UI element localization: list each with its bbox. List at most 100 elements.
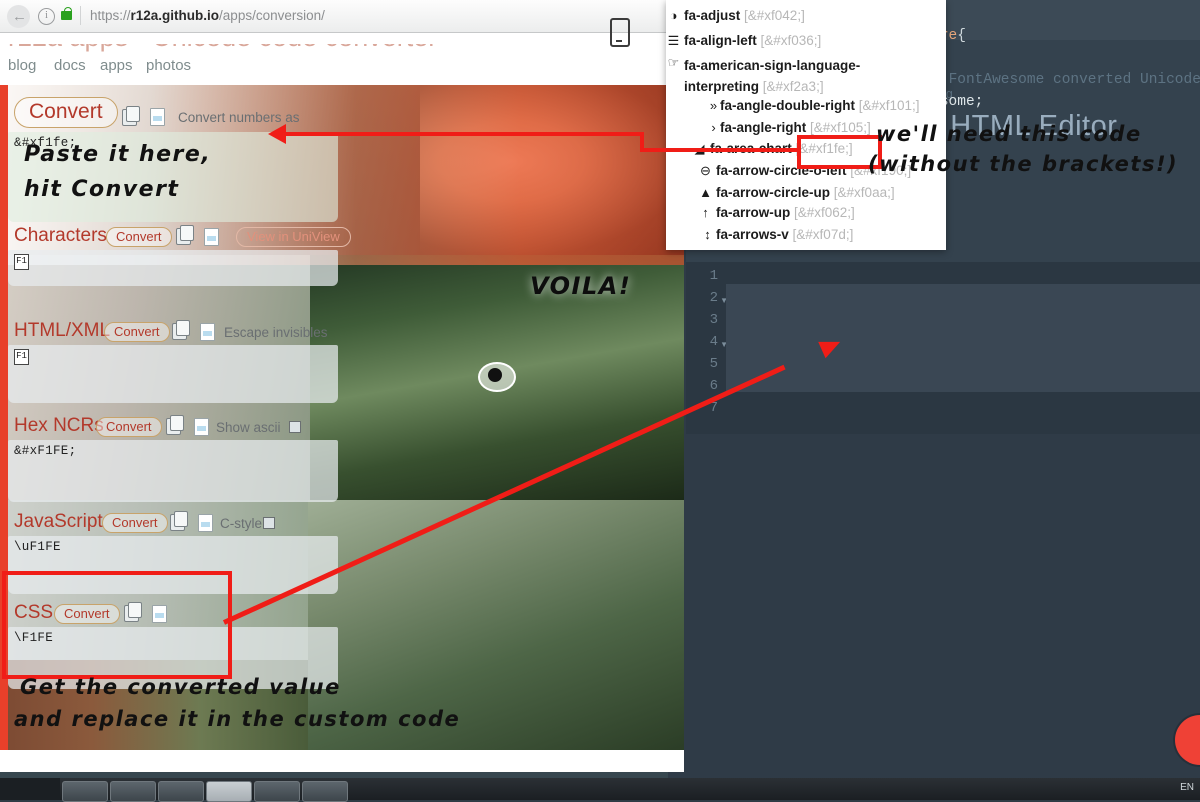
- line-number: 5: [709, 356, 718, 372]
- back-arrow-icon[interactable]: ←: [12, 9, 27, 24]
- copy-icon[interactable]: [122, 106, 140, 126]
- converter-row-html-xml: HTML/XML Convert Escape invisibles F1FE: [8, 318, 338, 403]
- taskbar-start-area[interactable]: [0, 778, 60, 800]
- line-number: 1: [709, 268, 718, 284]
- fa-code: [&#xf2a3;]: [762, 79, 824, 94]
- line-number: 4: [709, 334, 718, 350]
- fa-american-sign-language-interpreting-icon: ☞: [667, 55, 680, 70]
- list-item[interactable]: fa-american-sign-language-interpreting […: [684, 55, 934, 97]
- list-item[interactable]: fa-angle-right [&#xf105;]: [720, 120, 871, 135]
- highlight-box-css-row: [2, 571, 232, 679]
- css-open-brace: {: [957, 28, 966, 44]
- annotation-arrow-shaft-top: [272, 132, 642, 136]
- taskbar-word-button[interactable]: [254, 781, 300, 802]
- fa-angle-right-icon: ›: [711, 120, 716, 135]
- copy-icon[interactable]: [170, 511, 188, 531]
- file-icon[interactable]: [198, 514, 213, 532]
- annotation-arrowhead-top: [268, 124, 286, 144]
- convert-button-html-xml[interactable]: Convert: [104, 322, 170, 342]
- sidebar-item-docs[interactable]: docs: [54, 57, 86, 74]
- row-label-html-xml: HTML/XML: [14, 320, 111, 341]
- sidebar-item-apps[interactable]: apps: [100, 57, 133, 74]
- list-item[interactable]: fa-arrow-up [&#xf062;]: [716, 205, 855, 220]
- fa-code: [&#xf07d;]: [792, 227, 854, 242]
- url-separator: [80, 6, 81, 25]
- annotation-need-code-line1: we'll need this code: [876, 122, 1142, 146]
- url-path: /apps/conversion/: [219, 8, 325, 23]
- file-icon[interactable]: [150, 108, 165, 126]
- copy-icon[interactable]: [176, 225, 194, 245]
- convert-button-characters[interactable]: Convert: [106, 227, 172, 247]
- line-number: 3: [709, 312, 718, 328]
- page-title: r12a apps - Unicode code converter: [8, 44, 437, 53]
- row-header: JavaScript Convert C-style: [8, 509, 338, 535]
- list-item[interactable]: fa-arrow-circle-up [&#xf0aa;]: [716, 185, 895, 200]
- css-comment: /* FontAwesome converted Unicode: [922, 72, 1200, 88]
- file-icon[interactable]: [204, 228, 219, 246]
- fa-name: fa-arrow-circle-up: [716, 185, 831, 200]
- annotation-need-code-line2: (without the brackets!): [868, 152, 1179, 176]
- annotation-voila: VOILA!: [530, 272, 632, 300]
- input-field-html-xml[interactable]: F1FE: [8, 345, 338, 403]
- url-scheme: https://: [90, 8, 131, 23]
- copy-icon[interactable]: [172, 320, 190, 340]
- annotation-paste-line2: hit Convert: [24, 177, 180, 202]
- row-option-label: C-style: [220, 516, 263, 531]
- file-icon[interactable]: [200, 323, 215, 341]
- convert-button-javascript[interactable]: Convert: [102, 513, 168, 533]
- file-icon[interactable]: [194, 418, 209, 436]
- row-header: Characters Convert View in UniView: [8, 223, 351, 249]
- list-item[interactable]: fa-arrows-v [&#xf07d;]: [716, 227, 853, 242]
- input-field-hex-ncrs[interactable]: &#xF1FE;: [8, 440, 338, 502]
- fa-arrows-v-icon: ↕: [704, 227, 711, 242]
- annotation-paste-line1: Paste it here,: [24, 142, 212, 167]
- convert-button-main[interactable]: Convert: [14, 97, 118, 128]
- taskbar-browser-button[interactable]: [158, 781, 204, 802]
- fa-code: [&#xf101;]: [858, 98, 920, 113]
- line-number: 2: [709, 290, 718, 306]
- view-in-uniview-button[interactable]: View in UniView: [236, 227, 351, 247]
- code-selection-highlight: [726, 284, 1200, 392]
- taskbar-photoshop-button[interactable]: [302, 781, 348, 802]
- fa-angle-double-right-icon: »: [709, 98, 718, 113]
- sidebar-item-photos[interactable]: photos: [146, 57, 191, 74]
- copy-icon[interactable]: [166, 415, 184, 435]
- list-item[interactable]: fa-angle-double-right [&#xf101;]: [720, 98, 920, 113]
- annotation-get-value-line2: and replace it in the custom code: [14, 707, 461, 731]
- fa-code: [&#xf105;]: [810, 120, 871, 135]
- mobile-device-icon[interactable]: [610, 18, 630, 47]
- annotation-arrow-shaft-top2: [640, 148, 800, 152]
- taskbar-firefox-button[interactable]: [110, 781, 156, 802]
- fa-code: [&#xf062;]: [794, 205, 855, 220]
- row-label-hex-ncrs: Hex NCRs: [14, 415, 104, 436]
- taskbar-folder-button[interactable]: [62, 781, 108, 802]
- taskbar-msoffice-button[interactable]: [206, 781, 252, 802]
- info-circle-icon[interactable]: i: [38, 8, 55, 25]
- address-bar[interactable]: https://r12a.github.io/apps/conversion/: [90, 8, 325, 23]
- row-option-label: Escape invisibles: [224, 325, 328, 340]
- fa-name: fa-arrow-up: [716, 205, 791, 220]
- fa-code: [&#xf036;]: [760, 33, 822, 48]
- input-value: \uF1FE: [14, 540, 61, 554]
- input-value: &#xF1FE;: [14, 444, 77, 458]
- row-option-label: Show ascii: [216, 420, 281, 435]
- list-item[interactable]: fa-align-left [&#xf036;]: [684, 33, 821, 48]
- show-ascii-checkbox[interactable]: [289, 421, 301, 433]
- row-header: Hex NCRs Convert Show ascii: [8, 413, 338, 439]
- row-label-characters: Characters: [14, 225, 107, 246]
- fa-code: [&#xf0aa;]: [833, 185, 895, 200]
- sidebar-item-blog[interactable]: blog: [8, 57, 36, 74]
- unicode-glyph-box: F1FE: [14, 349, 29, 365]
- row-header: Convert Convert numbers as: [8, 97, 338, 131]
- c-style-checkbox[interactable]: [263, 517, 275, 529]
- converter-row-hex-ncrs: Hex NCRs Convert Show ascii &#xF1FE;: [8, 413, 338, 502]
- input-field-characters[interactable]: F1FE: [8, 250, 338, 286]
- line-number: 6: [709, 378, 718, 394]
- converter-row-characters: Characters Convert View in UniView F1FE: [8, 223, 351, 286]
- row-label-javascript: JavaScript: [14, 511, 103, 532]
- taskbar-language-indicator[interactable]: EN: [1180, 782, 1194, 793]
- list-item[interactable]: fa-adjust [&#xf042;]: [684, 8, 805, 23]
- fa-adjust-icon: ◑: [669, 8, 678, 23]
- convert-button-hex-ncrs[interactable]: Convert: [96, 417, 162, 437]
- fa-name: fa-adjust: [684, 8, 741, 23]
